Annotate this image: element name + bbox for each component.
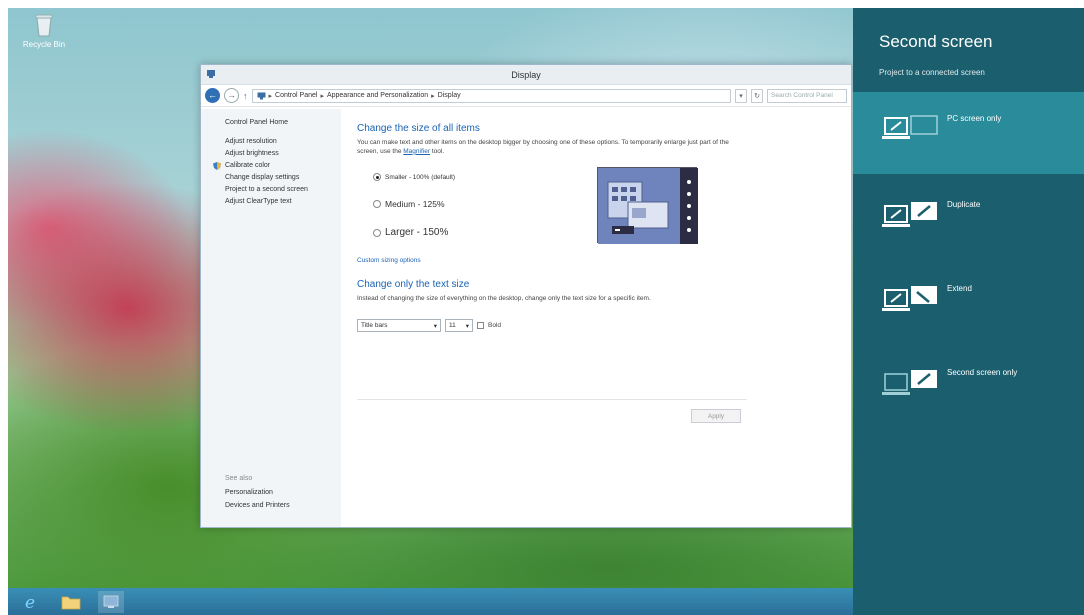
second-screen-only-icon xyxy=(882,370,937,395)
custom-sizing-link[interactable]: Custom sizing options xyxy=(357,257,421,264)
option-medium-label: Medium - 125% xyxy=(385,199,445,209)
change-display-settings-link[interactable]: Change display settings xyxy=(225,174,341,181)
control-panel-icon xyxy=(103,595,119,608)
panel-subtitle: Project to a connected screen xyxy=(879,68,985,77)
forward-arrow-icon: → xyxy=(227,90,236,100)
item-select[interactable]: Title bars ▾ xyxy=(357,319,441,332)
personalization-link[interactable]: Personalization xyxy=(225,489,290,496)
svg-text:e: e xyxy=(25,593,35,611)
pc-screen-only-option[interactable]: PC screen only xyxy=(853,92,1084,174)
window-titlebar[interactable]: Display xyxy=(201,65,851,85)
option-smaller-label: Smaller - 100% (default) xyxy=(385,173,456,181)
project-second-screen-link[interactable]: Project to a second screen xyxy=(225,186,341,193)
duplicate-option[interactable]: Duplicate xyxy=(853,178,1084,260)
radio-smaller[interactable] xyxy=(373,173,381,181)
back-button[interactable]: ← xyxy=(205,88,220,103)
see-also-section: See also Personalization Devices and Pri… xyxy=(225,475,290,515)
calibrate-color-link[interactable]: Calibrate color xyxy=(213,162,341,170)
magnifier-link[interactable]: Magnifier xyxy=(403,148,430,155)
recycle-bin-label: Recycle Bin xyxy=(22,40,66,49)
apply-button[interactable]: Apply xyxy=(691,409,741,423)
option-larger[interactable]: Larger - 150% xyxy=(373,227,448,238)
breadcrumb-control-panel[interactable]: Control Panel xyxy=(275,92,317,99)
text-size-heading: Change only the text size xyxy=(357,279,470,290)
back-arrow-icon: ← xyxy=(208,90,217,100)
size-select-value: 11 xyxy=(449,322,456,329)
adjust-brightness-link[interactable]: Adjust brightness xyxy=(225,150,341,157)
bold-label: Bold xyxy=(488,322,502,329)
extend-option[interactable]: Extend xyxy=(853,262,1084,344)
chevron-down-icon: ▾ xyxy=(433,322,437,330)
control-panel-home-link[interactable]: Control Panel Home xyxy=(225,119,341,126)
size-preview-image xyxy=(597,167,698,244)
refresh-icon: ↻ xyxy=(754,92,760,100)
breadcrumb-separator: ▸ xyxy=(431,92,435,100)
internet-explorer-icon: e xyxy=(25,593,35,611)
pc-screen-only-label: PC screen only xyxy=(947,114,1002,123)
calibrate-color-label: Calibrate color xyxy=(225,162,271,169)
internet-explorer-taskbar-button[interactable]: e xyxy=(18,591,44,613)
file-explorer-taskbar-button[interactable] xyxy=(58,591,84,613)
chevron-down-icon: ▾ xyxy=(739,92,743,100)
taskbar: e xyxy=(8,588,853,615)
second-screen-panel: Second screen Project to a connected scr… xyxy=(853,8,1084,615)
window-title: Display xyxy=(511,70,541,80)
description-text-end: tool. xyxy=(431,147,445,155)
adjust-cleartype-link[interactable]: Adjust ClearType text xyxy=(225,198,341,205)
preview-illustration xyxy=(598,168,698,244)
search-input[interactable]: Search Control Panel xyxy=(767,88,847,103)
devices-printers-link[interactable]: Devices and Printers xyxy=(225,502,290,509)
recycle-bin-shortcut[interactable]: Recycle Bin xyxy=(22,12,66,49)
address-bar: ← → ↑ ▸ Control Panel ▸ Appearance and P… xyxy=(201,85,851,107)
display-window: Display ← → ↑ ▸ Control Panel ▸ Appearan… xyxy=(200,64,852,528)
section-divider xyxy=(357,399,747,400)
shield-icon xyxy=(213,162,221,170)
up-arrow-icon[interactable]: ↑ xyxy=(243,91,248,101)
control-panel-taskbar-button[interactable] xyxy=(98,590,124,613)
address-field[interactable]: ▸ Control Panel ▸ Appearance and Persona… xyxy=(251,88,731,103)
size-select[interactable]: 11 ▾ xyxy=(445,319,473,332)
second-screen-only-option[interactable]: Second screen only xyxy=(853,346,1084,428)
adjust-resolution-link[interactable]: Adjust resolution xyxy=(225,138,341,145)
size-all-items-heading: Change the size of all items xyxy=(357,123,480,134)
extend-icon xyxy=(882,286,937,311)
breadcrumb-appearance[interactable]: Appearance and Personalization xyxy=(327,92,428,99)
recycle-bin-icon xyxy=(35,14,53,37)
option-medium[interactable]: Medium - 125% xyxy=(373,199,445,209)
breadcrumb-separator: ▸ xyxy=(268,92,273,100)
extend-label: Extend xyxy=(947,284,972,293)
bold-checkbox[interactable] xyxy=(477,322,484,329)
breadcrumb-separator: ▸ xyxy=(320,92,324,100)
option-smaller[interactable]: Smaller - 100% (default) xyxy=(373,173,455,181)
duplicate-icon xyxy=(882,202,937,227)
forward-button[interactable]: → xyxy=(224,88,239,103)
item-select-value: Title bars xyxy=(361,322,388,329)
window-body: Control Panel Home Adjust resolution Adj… xyxy=(201,109,851,527)
see-also-heading: See also xyxy=(225,475,253,482)
main-content-pane: Change the size of all items You can mak… xyxy=(341,109,851,527)
address-dropdown-button[interactable]: ▾ xyxy=(735,88,747,103)
folder-icon xyxy=(61,596,81,609)
option-larger-label: Larger - 150% xyxy=(385,227,449,238)
text-size-description: Instead of changing the size of everythi… xyxy=(357,295,651,302)
control-panel-small-icon xyxy=(257,92,265,99)
chevron-down-icon: ▾ xyxy=(465,322,469,330)
text-size-controls: Title bars ▾ 11 ▾ Bold xyxy=(357,319,501,332)
panel-title: Second screen xyxy=(879,32,993,51)
radio-larger[interactable] xyxy=(373,228,381,237)
size-all-items-description: You can make text and other items on the… xyxy=(357,139,747,157)
refresh-button[interactable]: ↻ xyxy=(751,88,763,103)
duplicate-label: Duplicate xyxy=(947,200,981,209)
breadcrumb-display[interactable]: Display xyxy=(438,92,461,99)
pc-screen-only-icon xyxy=(882,115,938,139)
second-screen-only-label: Second screen only xyxy=(947,368,1018,377)
left-navigation-pane: Control Panel Home Adjust resolution Adj… xyxy=(201,109,341,527)
radio-medium[interactable] xyxy=(373,200,381,208)
